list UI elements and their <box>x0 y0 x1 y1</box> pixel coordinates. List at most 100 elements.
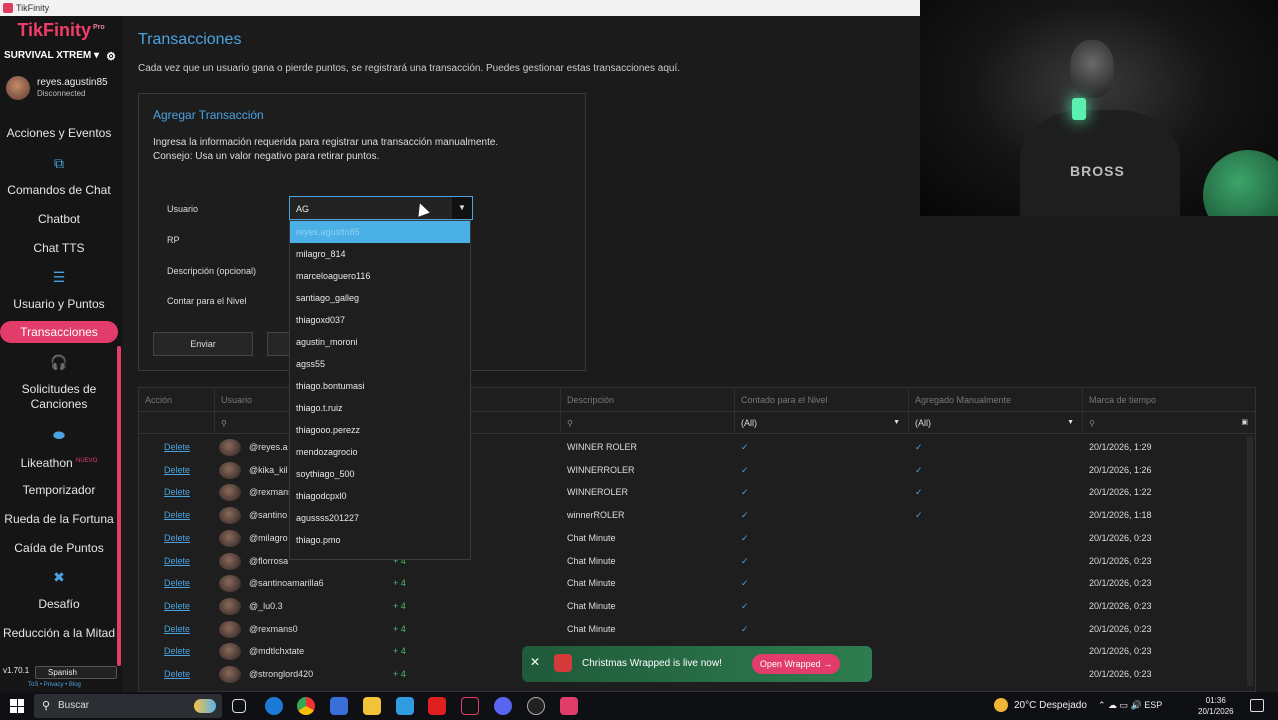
dropdown-option[interactable]: thiagooo.perezz <box>290 419 470 441</box>
app-icon[interactable] <box>396 697 414 715</box>
dropdown-option[interactable]: thiago.t.ruiz <box>290 397 470 419</box>
dropdown-option[interactable]: soythiago_500 <box>290 463 470 485</box>
filter-timestamp[interactable]: ⚲ ▣ <box>1083 412 1255 434</box>
taskbar-search[interactable]: ⚲ Buscar <box>34 694 222 718</box>
tikfinity-icon[interactable] <box>560 697 578 715</box>
footer-links[interactable]: ToS • Privacy • Blog <box>28 682 81 688</box>
obs-icon[interactable] <box>527 697 545 715</box>
grid-scrollbar[interactable] <box>1247 436 1253 686</box>
dropdown-option[interactable]: agussss201227 <box>290 507 470 529</box>
manual-check-icon <box>909 550 1083 573</box>
sidebar-item-temporizador[interactable]: Temporizador <box>0 483 118 498</box>
dropdown-option[interactable]: reyes.agustin85 <box>290 221 470 243</box>
col-manual[interactable]: Agregado Manualmente <box>909 388 1083 412</box>
logo-text: TikFinity <box>17 20 91 40</box>
sidebar-item-desafio[interactable]: Desafío <box>0 597 118 612</box>
tiktok-icon[interactable] <box>461 697 479 715</box>
close-icon[interactable]: ✕ <box>530 655 540 669</box>
likeathon-label: Likeathon <box>20 456 73 470</box>
delete-link[interactable]: Delete <box>139 459 215 482</box>
youtube-icon[interactable] <box>428 697 446 715</box>
form-info: Ingresa la información requerida para re… <box>153 136 498 164</box>
calendar-icon[interactable]: ▣ <box>1241 412 1248 434</box>
discord-icon[interactable] <box>494 697 512 715</box>
task-view-icon[interactable] <box>232 699 246 713</box>
label-level: Contar para el Nivel <box>167 296 247 306</box>
description-cell: Chat Minute <box>567 555 616 566</box>
dropdown-option[interactable]: milagro_814 <box>290 243 470 265</box>
level-check-icon: ✓ <box>741 623 749 634</box>
manual-check-icon: ✓ <box>915 487 923 498</box>
col-timestamp[interactable]: Marca de tiempo <box>1083 388 1255 412</box>
windows-start-icon[interactable] <box>10 699 24 713</box>
table-row: Delete @santinoamarilla6 + 4 Chat Minute ✓ 20… <box>139 572 1255 595</box>
system-tray[interactable]: ⌃ ☁ ▭ 🔊 ESP <box>1098 700 1162 711</box>
col-accion[interactable]: Acción <box>139 388 215 412</box>
dropdown-option[interactable]: marceloaguero116 <box>290 265 470 287</box>
sidebar-item-comandos[interactable]: Comandos de Chat <box>0 183 118 198</box>
delete-link[interactable]: Delete <box>139 640 215 663</box>
chevron-down-icon[interactable]: ▼ <box>452 197 472 219</box>
language-select[interactable]: Spanish <box>35 666 117 679</box>
logo-badge: Pro <box>93 24 105 31</box>
sidebar-item-acciones[interactable]: Acciones y Eventos <box>0 126 118 141</box>
user-profile[interactable]: reyes.agustin85 Disconnected <box>4 74 118 104</box>
balloon-icon <box>1203 150 1278 216</box>
delete-link[interactable]: Delete <box>139 595 215 618</box>
dropdown-option[interactable]: mendozagrocio <box>290 441 470 463</box>
sidebar-scrollbar[interactable] <box>117 346 121 666</box>
col-descripcion[interactable]: Descripción <box>561 388 735 412</box>
user-dropdown-list[interactable]: reyes.agustin85 milagro_814 marceloaguer… <box>289 220 471 560</box>
sidebar-item-rueda[interactable]: Rueda de la Fortuna <box>0 512 118 527</box>
filter-nivel[interactable]: (All) ▼ <box>735 412 909 434</box>
delete-link[interactable]: Delete <box>139 436 215 459</box>
col-nivel[interactable]: Contado para el Nivel <box>735 388 909 412</box>
sidebar-item-transacciones[interactable]: Transacciones <box>0 321 118 343</box>
sidebar-item-chat-tts[interactable]: Chat TTS <box>0 241 118 256</box>
delete-link[interactable]: Delete <box>139 504 215 527</box>
notification-icon[interactable] <box>1250 699 1264 712</box>
delete-link[interactable]: Delete <box>139 618 215 641</box>
dropdown-option[interactable]: agss55 <box>290 353 470 375</box>
dropdown-option[interactable]: thiagodcpxl0 <box>290 485 470 507</box>
taskbar-search-placeholder: Buscar <box>58 700 90 711</box>
sidebar-item-usuario-puntos[interactable]: Usuario y Puntos <box>0 297 118 312</box>
weather-text[interactable]: 20°C Despejado <box>1014 700 1087 711</box>
crossed-tools-icon: ✖ <box>53 569 65 585</box>
window-titlebar: TikFinity <box>0 0 920 16</box>
sidebar-item-chatbot[interactable]: Chatbot <box>0 212 118 227</box>
filter-manual-value: (All) <box>915 418 931 428</box>
timestamp-cell: 20/1/2026, 0:23 <box>1089 623 1152 634</box>
filter-descripcion[interactable]: ⚲ <box>561 412 735 434</box>
delete-link[interactable]: Delete <box>139 572 215 595</box>
file-explorer-icon[interactable] <box>363 697 381 715</box>
user-select[interactable]: AG ▼ <box>289 196 473 220</box>
description-cell: Chat Minute <box>567 532 616 543</box>
account-switcher[interactable]: SURVIVAL XTREM ▾ ⚙ <box>4 50 118 66</box>
clock[interactable]: 01:36 20/1/2026 <box>1198 695 1234 717</box>
description-cell: WINNER ROLER <box>567 442 638 452</box>
delete-link[interactable]: Delete <box>139 663 215 686</box>
open-wrapped-button[interactable]: Open Wrapped → <box>752 654 840 674</box>
delete-link[interactable]: Delete <box>139 527 215 550</box>
edge-icon[interactable] <box>265 697 283 715</box>
timestamp-cell: 20/1/2026, 1:26 <box>1089 464 1152 475</box>
submit-button[interactable]: Enviar <box>153 332 253 356</box>
chrome-icon[interactable] <box>297 697 315 715</box>
delete-link[interactable]: Delete <box>139 481 215 504</box>
store-icon[interactable] <box>330 697 348 715</box>
sidebar-item-reduccion[interactable]: Reducción a la Mitad <box>0 626 118 641</box>
sidebar-item-likeathon[interactable]: Likeathon NUEVO <box>0 454 118 471</box>
timestamp-cell: 20/1/2026, 1:22 <box>1089 487 1152 498</box>
dropdown-option[interactable]: thiagoxd037 <box>290 309 470 331</box>
delete-link[interactable]: Delete <box>139 550 215 573</box>
sidebar-item-caida[interactable]: Caída de Puntos <box>0 541 118 556</box>
sidebar-item-solicitudes[interactable]: Solicitudes de Canciones <box>0 382 118 412</box>
manual-check-icon <box>909 527 1083 550</box>
dropdown-option[interactable]: thiago.pmo <box>290 529 470 551</box>
dropdown-option[interactable]: agustin_moroni <box>290 331 470 353</box>
dropdown-option[interactable]: thiago.bontumasi <box>290 375 470 397</box>
gear-icon[interactable]: ⚙ <box>106 50 116 63</box>
filter-manual[interactable]: (All) ▼ <box>909 412 1083 434</box>
dropdown-option[interactable]: santiago_galleg <box>290 287 470 309</box>
